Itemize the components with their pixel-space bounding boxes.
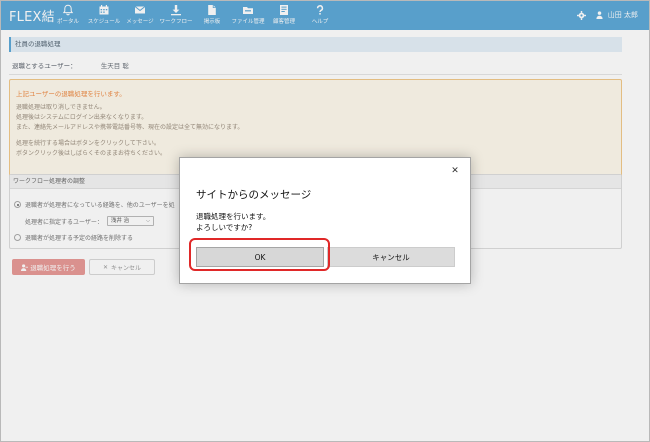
dialog-cancel-button[interactable]: キャンセル [327, 247, 455, 267]
dialog-message-line: よろしいですか? [196, 223, 253, 232]
dialog-message-line: 退職処理を行います。 [196, 212, 271, 221]
ok-button-highlight [189, 238, 330, 271]
dialog-title: サイトからのメッセージ [196, 189, 312, 201]
close-icon[interactable]: ✕ [450, 166, 460, 176]
